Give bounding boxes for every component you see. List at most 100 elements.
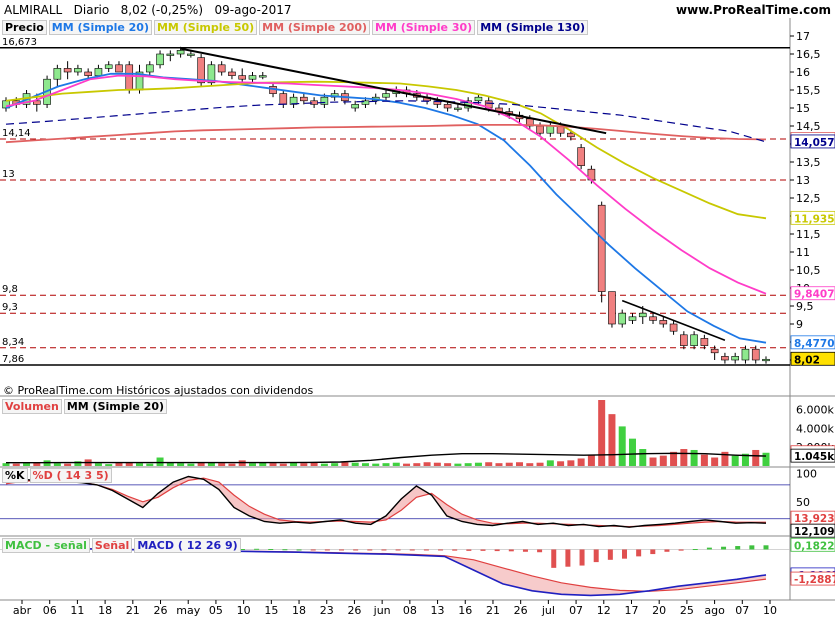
volume-bar — [94, 463, 102, 466]
volume-bar — [485, 462, 493, 466]
volume-bar — [310, 462, 318, 466]
candle — [659, 320, 668, 325]
x-tick-label: 21 — [486, 604, 500, 617]
macd-histogram-bar — [310, 549, 316, 551]
candle — [546, 125, 555, 134]
candle — [145, 64, 154, 73]
candle — [474, 96, 483, 102]
candle — [176, 50, 185, 55]
volume-bar — [423, 462, 431, 466]
price-tag-label: 9,8407 — [794, 289, 835, 301]
price-tag-label: 11,935 — [794, 213, 835, 225]
x-tick-label: 16 — [458, 604, 472, 617]
volume-bar — [752, 449, 760, 466]
volume-bar — [351, 462, 359, 466]
stochastic-tick-label: 50 — [796, 496, 810, 509]
macd-histogram-bar — [522, 549, 528, 552]
volume-bar — [495, 463, 503, 466]
macd-histogram-bar — [607, 549, 613, 560]
volume-tag-label: 1.045k — [794, 451, 835, 463]
candle — [217, 64, 226, 73]
candle — [536, 125, 544, 134]
ma-line — [5, 72, 767, 344]
y-tick-label: 11 — [796, 246, 810, 259]
volume-bar — [218, 463, 226, 466]
candle — [710, 348, 719, 354]
macd-histogram-bar — [409, 549, 415, 551]
macd-legend-item: MACD ( 12 26 9) — [134, 538, 241, 553]
x-tick-label: jun — [373, 604, 391, 617]
price-legend: Precio MM (Simple 20) MM (Simple 50) MM (Si… — [2, 20, 590, 35]
price-tag-label: 14,057 — [794, 137, 835, 149]
macd-histogram-bar — [452, 549, 458, 551]
x-tick-label: 26 — [154, 604, 168, 617]
volume-bar — [690, 449, 698, 466]
macd-histogram-bar — [367, 549, 373, 551]
macd-histogram-bar — [296, 549, 302, 551]
x-tick-label: 23 — [320, 604, 334, 617]
volume-bar — [587, 454, 595, 466]
x-tick-label: 10 — [237, 604, 251, 617]
volume-bar — [279, 463, 287, 466]
x-tick-label: abr — [13, 604, 32, 617]
macd-histogram-bar — [423, 549, 429, 551]
price-legend-item: MM (Simple 50) — [153, 20, 258, 35]
volume-legend-item: Volumen — [2, 399, 62, 414]
x-tick-label: 18 — [292, 604, 306, 617]
candle — [731, 356, 739, 361]
x-tick-label: 25 — [680, 604, 694, 617]
macd-tag-label: -1,2887 — [794, 574, 835, 586]
x-tick-label: 10 — [763, 604, 777, 617]
level-label: 8,34 — [2, 337, 24, 348]
price-legend-item: MM (Simple 30) — [372, 20, 476, 35]
level-label: 9,3 — [2, 302, 18, 313]
x-tick-label: may — [176, 604, 200, 617]
volume-tick-label: 4.000k — [796, 422, 834, 435]
volume-bar — [331, 463, 339, 466]
level-label: 9,8 — [2, 284, 18, 295]
volume-bar — [320, 463, 328, 466]
volume-bar — [444, 463, 452, 466]
candle — [577, 147, 585, 166]
candle — [125, 64, 134, 91]
volume-bar — [536, 462, 544, 466]
volume-bar — [105, 464, 113, 466]
candle — [721, 356, 729, 361]
candle — [104, 64, 113, 69]
candle — [454, 107, 462, 110]
x-tick-label: 26 — [347, 604, 361, 617]
y-tick-label: 13 — [796, 174, 810, 187]
candle — [762, 358, 770, 362]
candle — [618, 312, 627, 325]
candle — [228, 71, 236, 76]
y-tick-label: 14,5 — [796, 120, 821, 133]
candle — [382, 93, 390, 98]
macd-histogram-bar — [622, 549, 627, 559]
footnote: © ProRealTime.com Históricos ajustados c… — [3, 384, 314, 397]
price-legend-item: MM (Simple 130) — [477, 20, 589, 35]
macd-histogram-bar — [636, 549, 642, 557]
ma-line — [5, 74, 767, 295]
x-tick-label: ago — [704, 604, 725, 617]
level-label: 16,673 — [2, 37, 37, 48]
volume-bar — [711, 457, 719, 466]
price-tag-label: 8,02 — [794, 354, 820, 366]
macd-histogram-bar — [565, 549, 571, 567]
volume-bar — [177, 463, 185, 466]
macd-histogram-bar — [508, 549, 514, 552]
candle — [238, 75, 247, 80]
chart-canvas[interactable]: 1716,51615,51514,51413,51312,51211,51110… — [0, 0, 835, 620]
macd-histogram-bar — [650, 549, 656, 555]
volume-bar — [136, 463, 144, 466]
volume-bar — [12, 463, 20, 466]
candle — [628, 316, 637, 321]
macd-histogram-bar — [721, 546, 727, 550]
candle — [741, 348, 750, 361]
candle — [680, 334, 688, 346]
candle — [156, 53, 164, 66]
y-tick-label: 10,5 — [796, 264, 821, 277]
price-tag-label: 8,4770 — [794, 338, 835, 350]
macd-histogram-bar — [268, 549, 274, 551]
stochastic-legend-item: %D ( 14 3 5) — [29, 468, 112, 483]
macd-histogram-bar — [551, 549, 557, 568]
